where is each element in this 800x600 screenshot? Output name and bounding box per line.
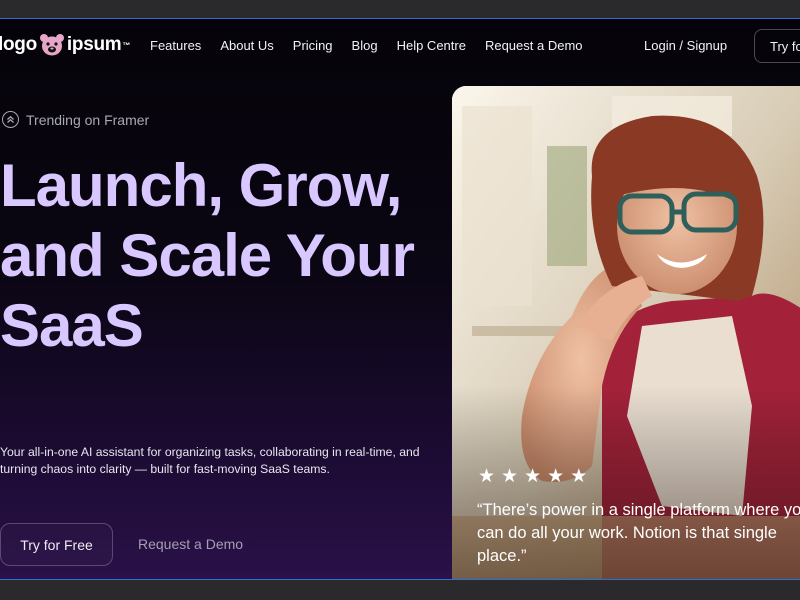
nav-links: Features About Us Pricing Blog Help Cent… bbox=[150, 38, 583, 53]
trademark: ™ bbox=[122, 40, 131, 50]
star-icon: ★ bbox=[570, 466, 588, 487]
hero-subtitle: Your all-in-one AI assistant for organiz… bbox=[0, 445, 420, 476]
trending-badge[interactable]: Trending on Framer bbox=[2, 111, 149, 128]
logo[interactable]: logo ipsum ™ bbox=[0, 33, 130, 57]
star-icon: ★ bbox=[478, 466, 496, 487]
bottom-bar bbox=[0, 580, 800, 600]
nav-try-free-button[interactable]: Try for Free bbox=[754, 29, 800, 63]
nav-request-demo[interactable]: Request a Demo bbox=[485, 38, 583, 53]
top-nav: logo ipsum ™ Features About Us Pricing B… bbox=[0, 19, 800, 73]
chevron-up-circle-icon bbox=[2, 111, 19, 128]
star-icon: ★ bbox=[524, 466, 542, 487]
request-demo-link[interactable]: Request a Demo bbox=[138, 536, 243, 552]
nav-help-centre[interactable]: Help Centre bbox=[397, 38, 466, 53]
testimonial-quote: “There’s power in a single platform wher… bbox=[477, 501, 800, 565]
rating-stars: ★ ★ ★ ★ ★ bbox=[478, 465, 587, 488]
login-signup-link[interactable]: Login / Signup bbox=[644, 38, 727, 53]
nav-about-us[interactable]: About Us bbox=[220, 38, 273, 53]
star-icon: ★ bbox=[501, 466, 519, 487]
browser-frame: logo ipsum ™ Features About Us Pricing B… bbox=[0, 18, 800, 580]
star-icon: ★ bbox=[547, 466, 565, 487]
nav-features[interactable]: Features bbox=[150, 38, 201, 53]
nav-blog[interactable]: Blog bbox=[352, 38, 378, 53]
bear-icon bbox=[39, 33, 65, 57]
try-free-button[interactable]: Try for Free bbox=[0, 523, 113, 566]
logo-text-left: logo bbox=[0, 34, 37, 55]
hero-headline: Launch, Grow, and Scale Your SaaS bbox=[0, 152, 415, 359]
nav-pricing[interactable]: Pricing bbox=[293, 38, 333, 53]
trending-label: Trending on Framer bbox=[26, 111, 150, 128]
logo-text-right: ipsum bbox=[66, 34, 122, 55]
